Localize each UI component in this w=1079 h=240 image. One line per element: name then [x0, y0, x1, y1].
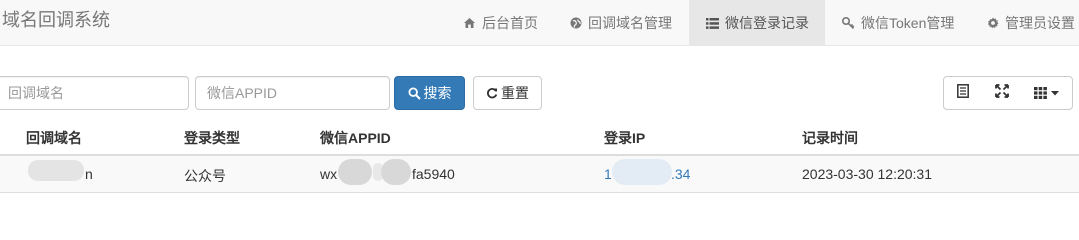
nav-item-callback-domains[interactable]: 回调域名管理	[558, 0, 688, 46]
key-icon	[842, 17, 855, 29]
app-title[interactable]: 域名回调系统	[2, 9, 110, 31]
fullscreen-button[interactable]	[982, 76, 1022, 110]
search-button[interactable]: 搜索	[394, 76, 465, 110]
redacted-ip	[612, 159, 672, 185]
appid-search-input[interactable]: 微信APPID	[195, 76, 390, 110]
cell-domain: n	[85, 166, 93, 182]
search-button-label: 搜索	[423, 85, 452, 101]
redacted-appid-part-3	[381, 159, 411, 185]
globe-icon	[570, 17, 582, 29]
gear-icon	[987, 17, 999, 29]
nav-item-wechat-token[interactable]: 微信Token管理	[830, 0, 975, 46]
navbar: 域名回调系统 后台首页 回调域名管理 微信登录记录 微信Token管理 管理员设…	[0, 0, 1079, 46]
nav-item-dashboard[interactable]: 后台首页	[451, 0, 553, 46]
column-header-login-type[interactable]: 登录类型	[184, 128, 240, 148]
fullscreen-icon	[994, 83, 1009, 103]
redacted-domain	[28, 160, 84, 181]
column-header-domain[interactable]: 回调域名	[26, 128, 82, 148]
caret-down-icon	[1051, 90, 1059, 96]
columns-icon	[1034, 87, 1047, 99]
cell-record-time: 2023-03-30 12:20:31	[802, 166, 932, 182]
column-header-appid[interactable]: 微信APPID	[320, 128, 391, 148]
nav-item-admin-settings[interactable]: 管理员设置	[975, 0, 1079, 46]
nav-item-wechat-logins[interactable]: 微信登录记录	[689, 0, 825, 46]
reset-button-label: 重置	[501, 85, 529, 101]
column-header-record-time[interactable]: 记录时间	[802, 128, 858, 148]
list-icon	[706, 17, 719, 29]
redacted-appid-part-1	[338, 159, 372, 185]
columns-toggle-button[interactable]	[1021, 76, 1073, 110]
domain-search-input[interactable]: 回调域名	[0, 76, 189, 110]
domain-input-placeholder: 回调域名	[8, 85, 64, 101]
cell-appid-prefix: wx	[320, 166, 338, 182]
cell-ip-suffix[interactable]: .34	[671, 166, 690, 182]
search-icon	[407, 86, 421, 100]
cell-appid-suffix: fa5940	[412, 166, 455, 182]
appid-input-placeholder: 微信APPID	[207, 85, 278, 101]
refresh-icon	[486, 87, 498, 99]
cell-ip-prefix[interactable]: 1	[604, 166, 612, 182]
nav-item-label: 管理员设置	[1005, 15, 1075, 31]
nav-item-label: 回调域名管理	[588, 15, 672, 31]
nav-item-label: 微信Token管理	[861, 15, 955, 31]
list-view-button[interactable]	[943, 76, 983, 110]
table-row-divider	[0, 192, 1079, 193]
reset-button[interactable]: 重置	[473, 76, 542, 110]
list-view-icon	[957, 83, 969, 103]
cell-login-type: 公众号	[184, 168, 226, 184]
column-header-login-ip[interactable]: 登录IP	[604, 128, 645, 148]
nav-item-label: 微信登录记录	[725, 15, 809, 31]
nav-item-label: 后台首页	[482, 15, 538, 31]
home-icon	[463, 17, 476, 29]
